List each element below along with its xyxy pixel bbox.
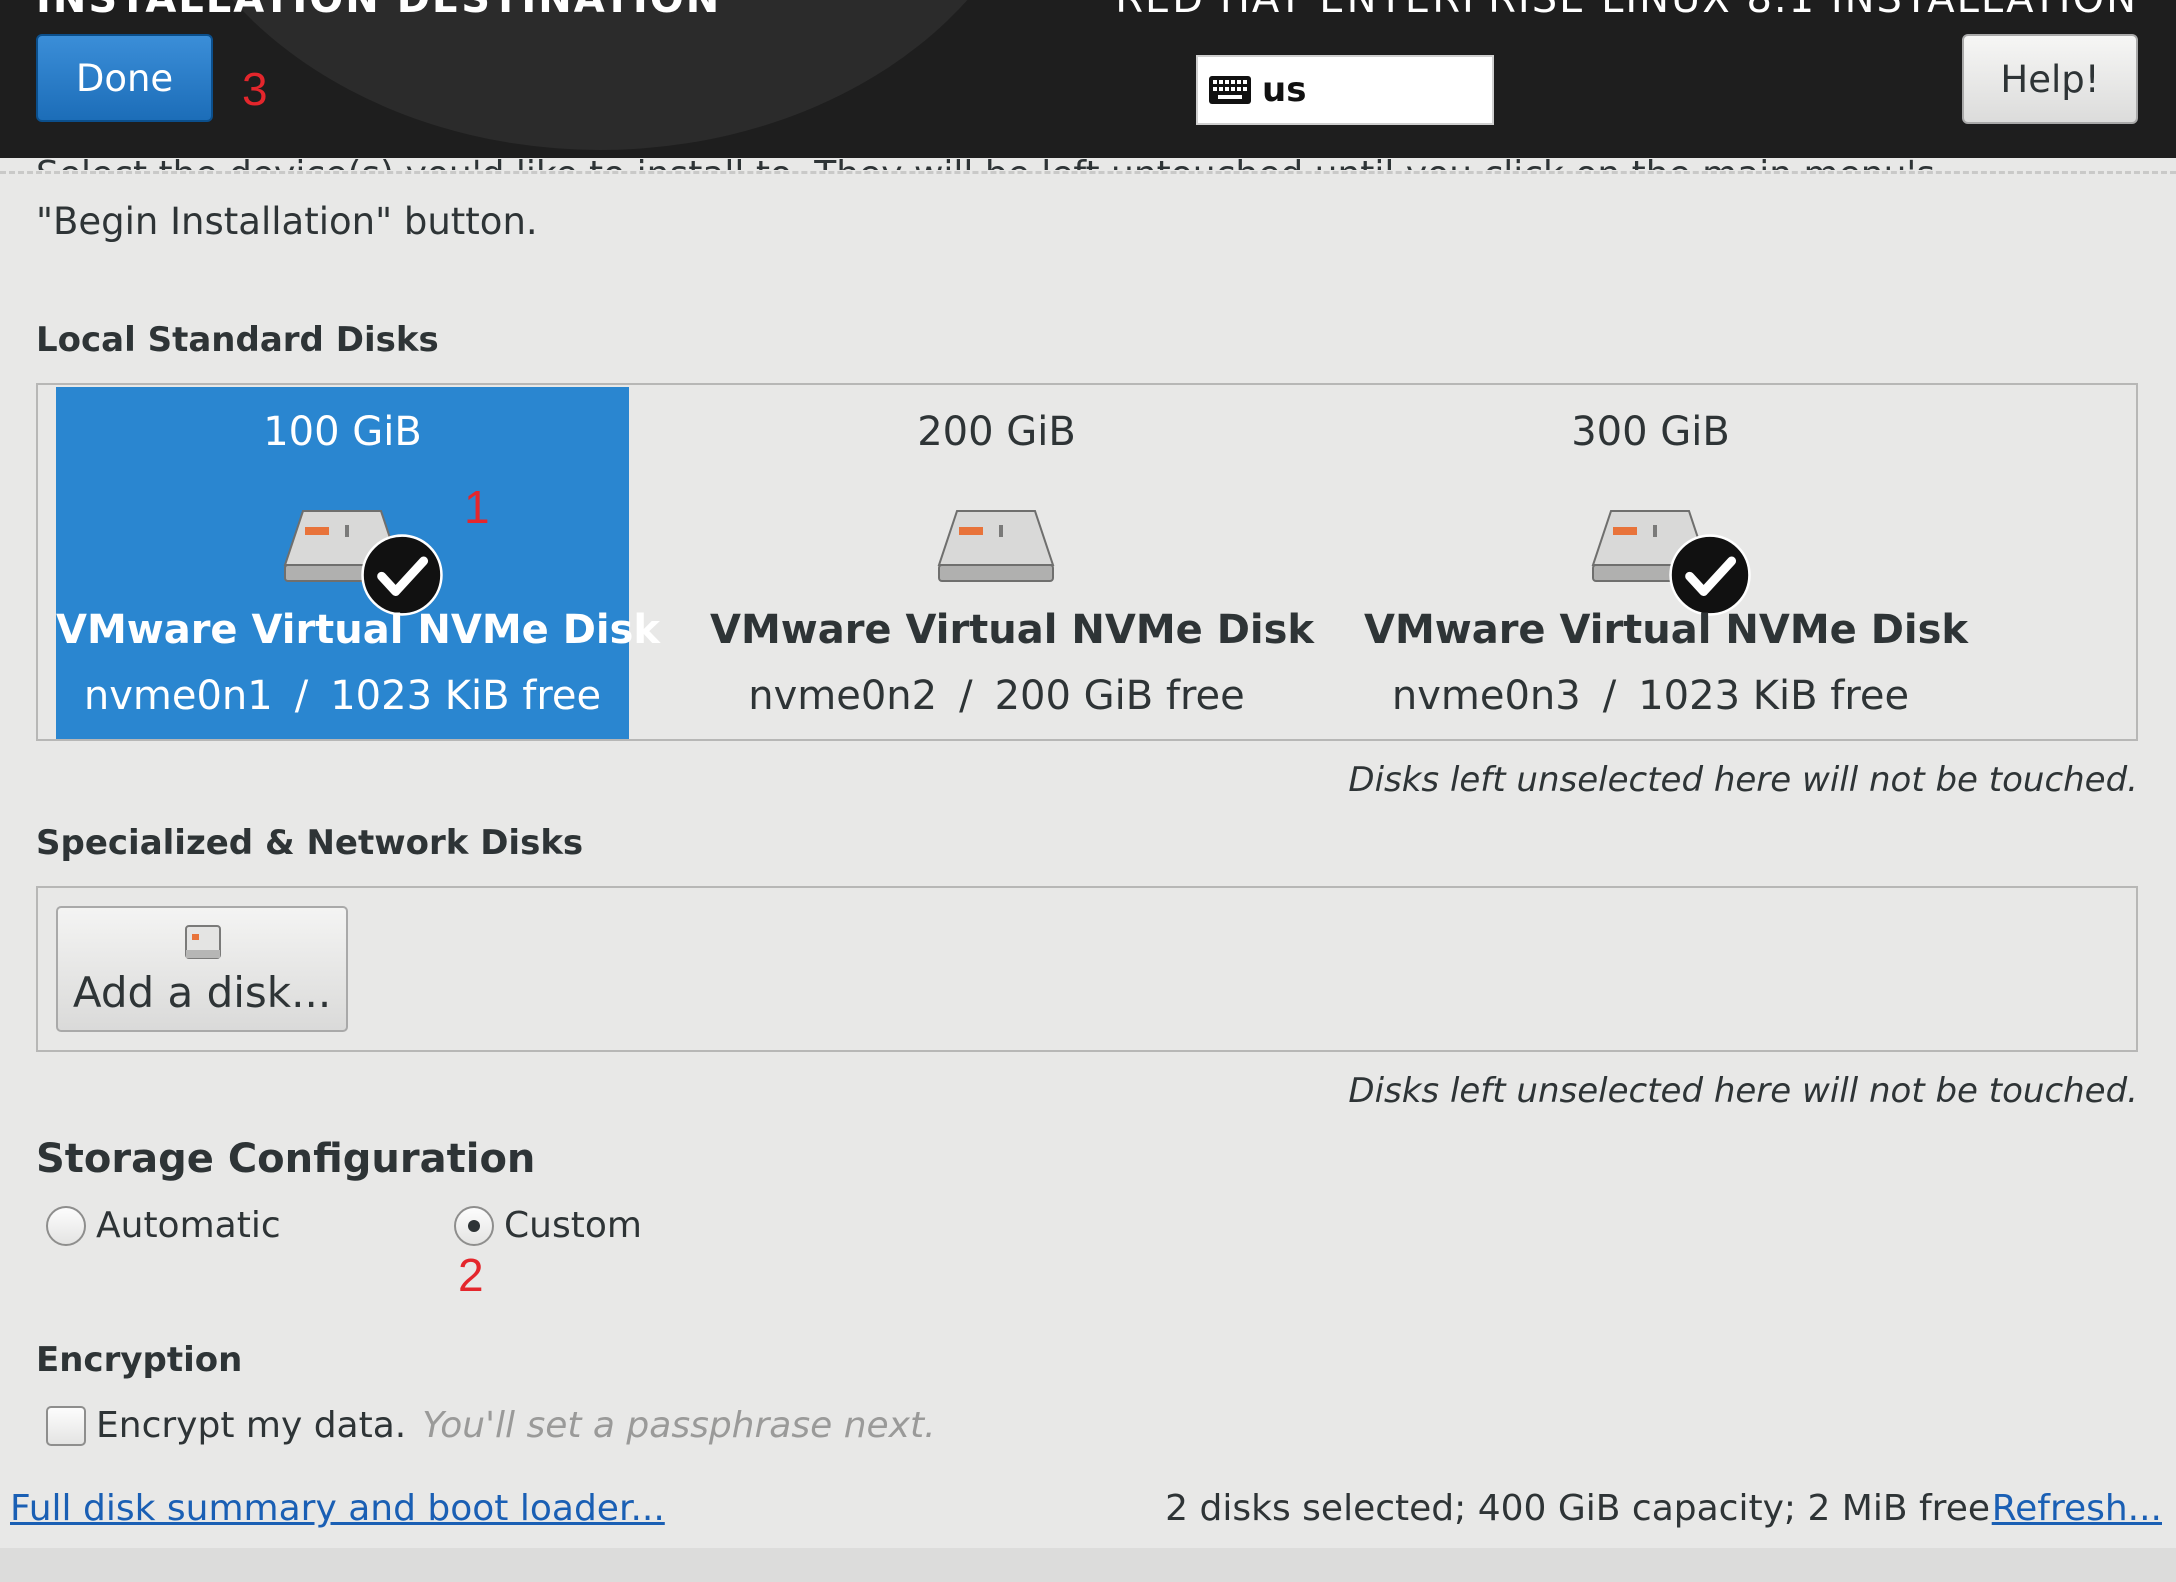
disk-nvme0n2[interactable]: 200 GiB VMware Virtual NVMe Disk nvme0n2… xyxy=(710,387,1315,739)
radio-label: Custom xyxy=(504,1205,642,1246)
encrypt-label: Encrypt my data. xyxy=(96,1405,407,1446)
radio-button[interactable] xyxy=(454,1205,494,1246)
hard-disk-icon xyxy=(937,510,1054,582)
help-button[interactable]: Help! xyxy=(1962,34,2138,124)
disk-size: 100 GiB xyxy=(263,409,422,455)
disk-separator: / xyxy=(1602,673,1617,719)
disk-nvme0n3[interactable]: 300 GiB VMware Virtual NVMe Disk nvme0n3… xyxy=(1364,387,1969,739)
done-button[interactable]: Done xyxy=(36,34,213,122)
disk-info: nvme0n3 / 1023 KiB free xyxy=(1364,673,1937,719)
header-bar: INSTALLATION DESTINATION RED HAT ENTERPR… xyxy=(0,0,2176,158)
encrypt-checkbox[interactable] xyxy=(46,1405,86,1446)
annotation-2: 2 xyxy=(458,1249,484,1301)
disk-info: nvme0n1 / 1023 KiB free xyxy=(56,673,629,719)
local-disks-panel: 100 GiB VMware Virtual NVMe Disk nvme0n1… xyxy=(36,383,2138,741)
disk-name: VMware Virtual NVMe Disk xyxy=(56,607,661,653)
disk-device: nvme0n3 xyxy=(1391,673,1581,719)
header-decoration xyxy=(150,0,1050,150)
disk-device: nvme0n1 xyxy=(83,673,273,719)
keyboard-layout-indicator[interactable]: us xyxy=(1196,55,1494,125)
network-disks-heading: Specialized & Network Disks xyxy=(36,823,584,863)
network-disks-hint: Disks left unselected here will not be t… xyxy=(1348,1071,2138,1111)
disk-info: nvme0n2 / 200 GiB free xyxy=(710,673,1283,719)
radio-button[interactable] xyxy=(46,1205,86,1246)
product-title: RED HAT ENTERPRISE LINUX 8.1 INSTALLATIO… xyxy=(1115,0,2138,22)
refresh-link[interactable]: Refresh... xyxy=(1992,1488,2162,1529)
page-title: INSTALLATION DESTINATION xyxy=(36,0,721,22)
local-disks-hint: Disks left unselected here will not be t… xyxy=(1348,760,2138,800)
selection-summary: 2 disks selected; 400 GiB capacity; 2 Mi… xyxy=(1165,1488,1990,1529)
encryption-heading: Encryption xyxy=(36,1340,243,1380)
disk-name: VMware Virtual NVMe Disk xyxy=(710,607,1315,653)
disk-nvme0n1[interactable]: 100 GiB VMware Virtual NVMe Disk nvme0n1… xyxy=(56,387,661,739)
radio-custom[interactable]: Custom xyxy=(454,1205,642,1246)
intro-text-line2: "Begin Installation" button. xyxy=(36,200,538,243)
disk-separator: / xyxy=(959,673,973,719)
intro-text-line1-content: Select the device(s) you'd like to insta… xyxy=(36,154,1935,170)
checkmark-icon xyxy=(1668,534,1751,616)
separator-line xyxy=(0,171,2176,174)
local-disks-heading: Local Standard Disks xyxy=(36,320,439,360)
disk-size: 200 GiB xyxy=(917,409,1076,455)
radio-label: Automatic xyxy=(96,1205,281,1246)
add-disk-label: Add a disk... xyxy=(72,968,332,1017)
disk-free: 1023 KiB free xyxy=(1638,673,1910,719)
encrypt-checkbox-row[interactable]: Encrypt my data. You'll set a passphrase… xyxy=(46,1405,936,1446)
annotation-3: 3 xyxy=(242,63,268,115)
checkmark-icon xyxy=(360,534,443,616)
disk-summary-link[interactable]: Full disk summary and boot loader... xyxy=(10,1488,665,1529)
keyboard-icon xyxy=(1209,76,1251,104)
disk-name: VMware Virtual NVMe Disk xyxy=(1364,607,1969,653)
encrypt-hint: You'll set a passphrase next. xyxy=(422,1405,936,1446)
disk-device: nvme0n2 xyxy=(748,673,938,719)
network-disks-panel: Add a disk... xyxy=(36,886,2138,1052)
disk-separator: / xyxy=(294,673,309,719)
disk-icon xyxy=(185,925,221,959)
radio-automatic[interactable]: Automatic xyxy=(46,1205,281,1246)
keyboard-layout-label: us xyxy=(1262,70,1307,110)
annotation-1: 1 xyxy=(464,481,490,533)
disk-size: 300 GiB xyxy=(1571,409,1730,455)
footer-strip xyxy=(0,1548,2176,1582)
disk-free: 200 GiB free xyxy=(994,673,1245,719)
add-disk-button[interactable]: Add a disk... xyxy=(56,906,348,1032)
storage-config-heading: Storage Configuration xyxy=(36,1136,536,1182)
intro-text-line1: Select the device(s) you'd like to insta… xyxy=(36,136,2066,170)
disk-free: 1023 KiB free xyxy=(330,673,602,719)
